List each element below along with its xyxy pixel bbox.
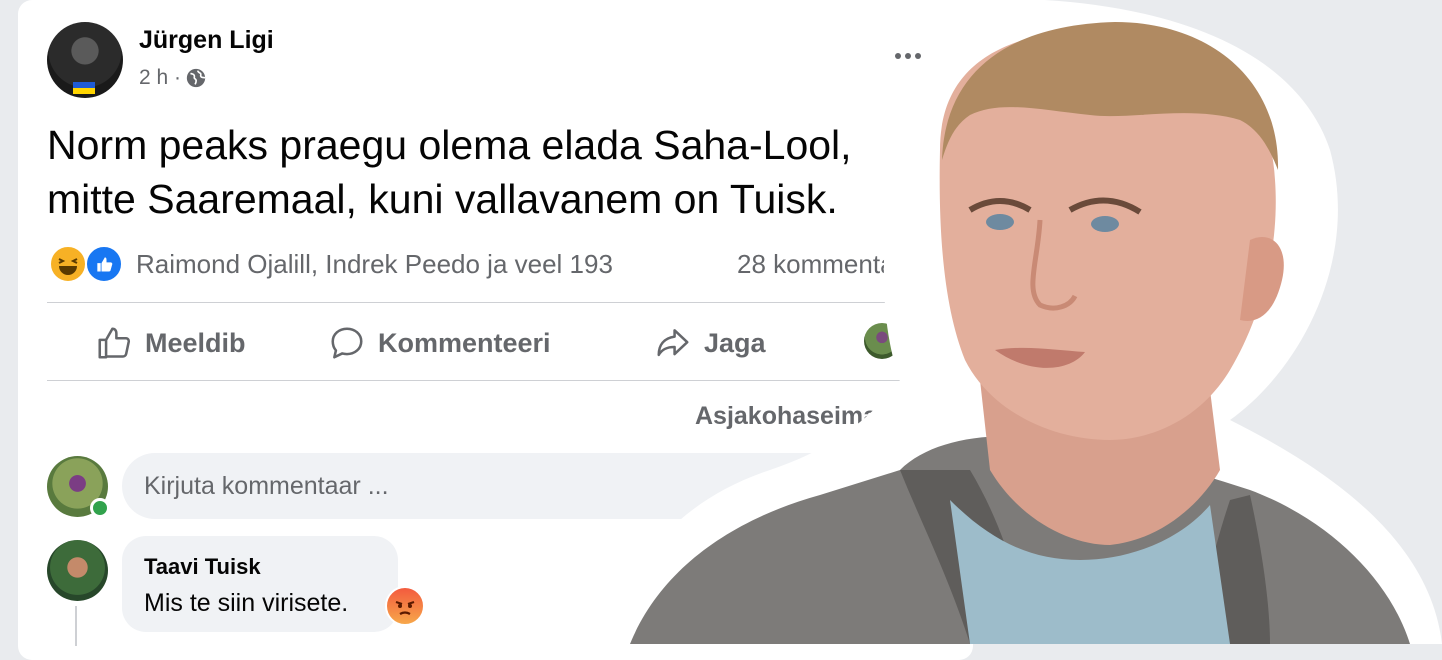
angry-reaction-icon[interactable] (385, 586, 425, 626)
comment-author[interactable]: Taavi Tuisk (144, 554, 261, 580)
commenter-avatar[interactable] (47, 540, 108, 601)
like-label: Meeldib (145, 327, 246, 358)
comment-icon (331, 327, 363, 359)
reaction-names[interactable]: Raimond Ojalill, Indrek Peedo ja veel 19… (136, 249, 613, 280)
author-name[interactable]: Jürgen Ligi (139, 26, 274, 55)
online-status-icon (90, 498, 110, 518)
thumbs-up-icon (98, 327, 131, 359)
post-meta: 2 h · (139, 66, 207, 90)
comment-text: Mis te siin virisete. (144, 589, 349, 617)
person-cutout-photo (600, 0, 1442, 644)
comment-label: Kommenteeri (378, 327, 551, 358)
comment-button[interactable]: Kommenteeri (328, 318, 551, 368)
like-button[interactable]: Meeldib (95, 318, 246, 368)
ukraine-flag-icon (73, 82, 95, 94)
thread-line (75, 606, 77, 646)
globe-icon (186, 68, 206, 88)
author-avatar[interactable] (47, 22, 123, 98)
like-icon (85, 245, 123, 283)
post-time[interactable]: 2 h · (139, 66, 181, 90)
reaction-icons[interactable] (49, 245, 123, 283)
haha-icon (49, 245, 87, 283)
